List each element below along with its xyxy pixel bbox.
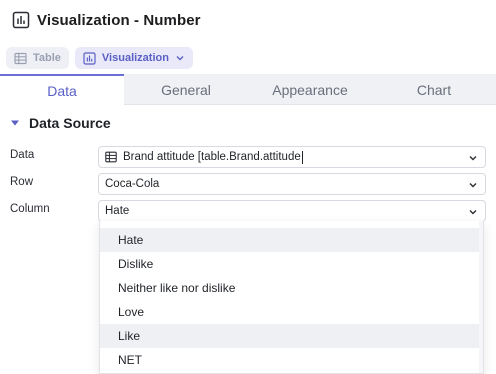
- bar-chart-icon: [83, 51, 96, 65]
- column-dropdown-list: Hate Dislike Neither like nor dislike Lo…: [99, 221, 484, 374]
- tab-bar: Data General Appearance Chart: [0, 74, 496, 105]
- dropdown-option-dislike[interactable]: Dislike: [100, 252, 483, 276]
- table-grid-icon: [105, 151, 117, 163]
- chevron-down-icon: [468, 153, 478, 163]
- section-title: Data Source: [29, 115, 111, 131]
- dropdown-option-hate[interactable]: Hate: [100, 228, 483, 252]
- dropdown-scrollbar[interactable]: [479, 221, 483, 373]
- table-grid-icon: [14, 52, 27, 65]
- data-select-value: Brand attitude [table.Brand.attitude: [123, 151, 301, 163]
- title-bar: Visualization - Number: [0, 0, 496, 40]
- visualization-button[interactable]: Visualization: [74, 47, 193, 69]
- chevron-down-icon: [468, 207, 478, 217]
- table-button-label: Table: [33, 52, 61, 64]
- dropdown-option-love[interactable]: Love: [100, 300, 483, 324]
- page-title: Visualization - Number: [37, 11, 201, 29]
- visualization-button-label: Visualization: [101, 52, 169, 64]
- row-select[interactable]: Coca-Cola: [98, 173, 486, 195]
- bar-chart-icon: [12, 11, 30, 29]
- text-cursor: [301, 150, 303, 164]
- row-field-label: Row: [10, 176, 34, 188]
- toolbar: Table Visualization: [6, 47, 193, 69]
- tab-data[interactable]: Data: [0, 74, 124, 105]
- column-field-label: Column: [10, 203, 50, 215]
- tab-general[interactable]: General: [124, 74, 248, 105]
- data-select[interactable]: Brand attitude [table.Brand.attitude: [98, 146, 486, 168]
- caret-down-icon: [10, 118, 20, 128]
- table-button[interactable]: Table: [6, 47, 69, 69]
- chevron-down-icon: [175, 53, 185, 63]
- dropdown-option-like[interactable]: Like: [100, 324, 483, 348]
- data-source-section-toggle[interactable]: Data Source: [10, 113, 111, 133]
- chevron-down-icon: [468, 180, 478, 190]
- dropdown-option-net[interactable]: NET: [100, 348, 483, 372]
- column-select-value: Hate: [105, 205, 130, 217]
- tab-chart[interactable]: Chart: [372, 74, 496, 105]
- row-select-value: Coca-Cola: [105, 178, 160, 190]
- column-select[interactable]: Hate: [98, 200, 486, 222]
- tab-appearance[interactable]: Appearance: [248, 74, 372, 105]
- dropdown-option-neither[interactable]: Neither like nor dislike: [100, 276, 483, 300]
- data-field-label: Data: [10, 149, 35, 161]
